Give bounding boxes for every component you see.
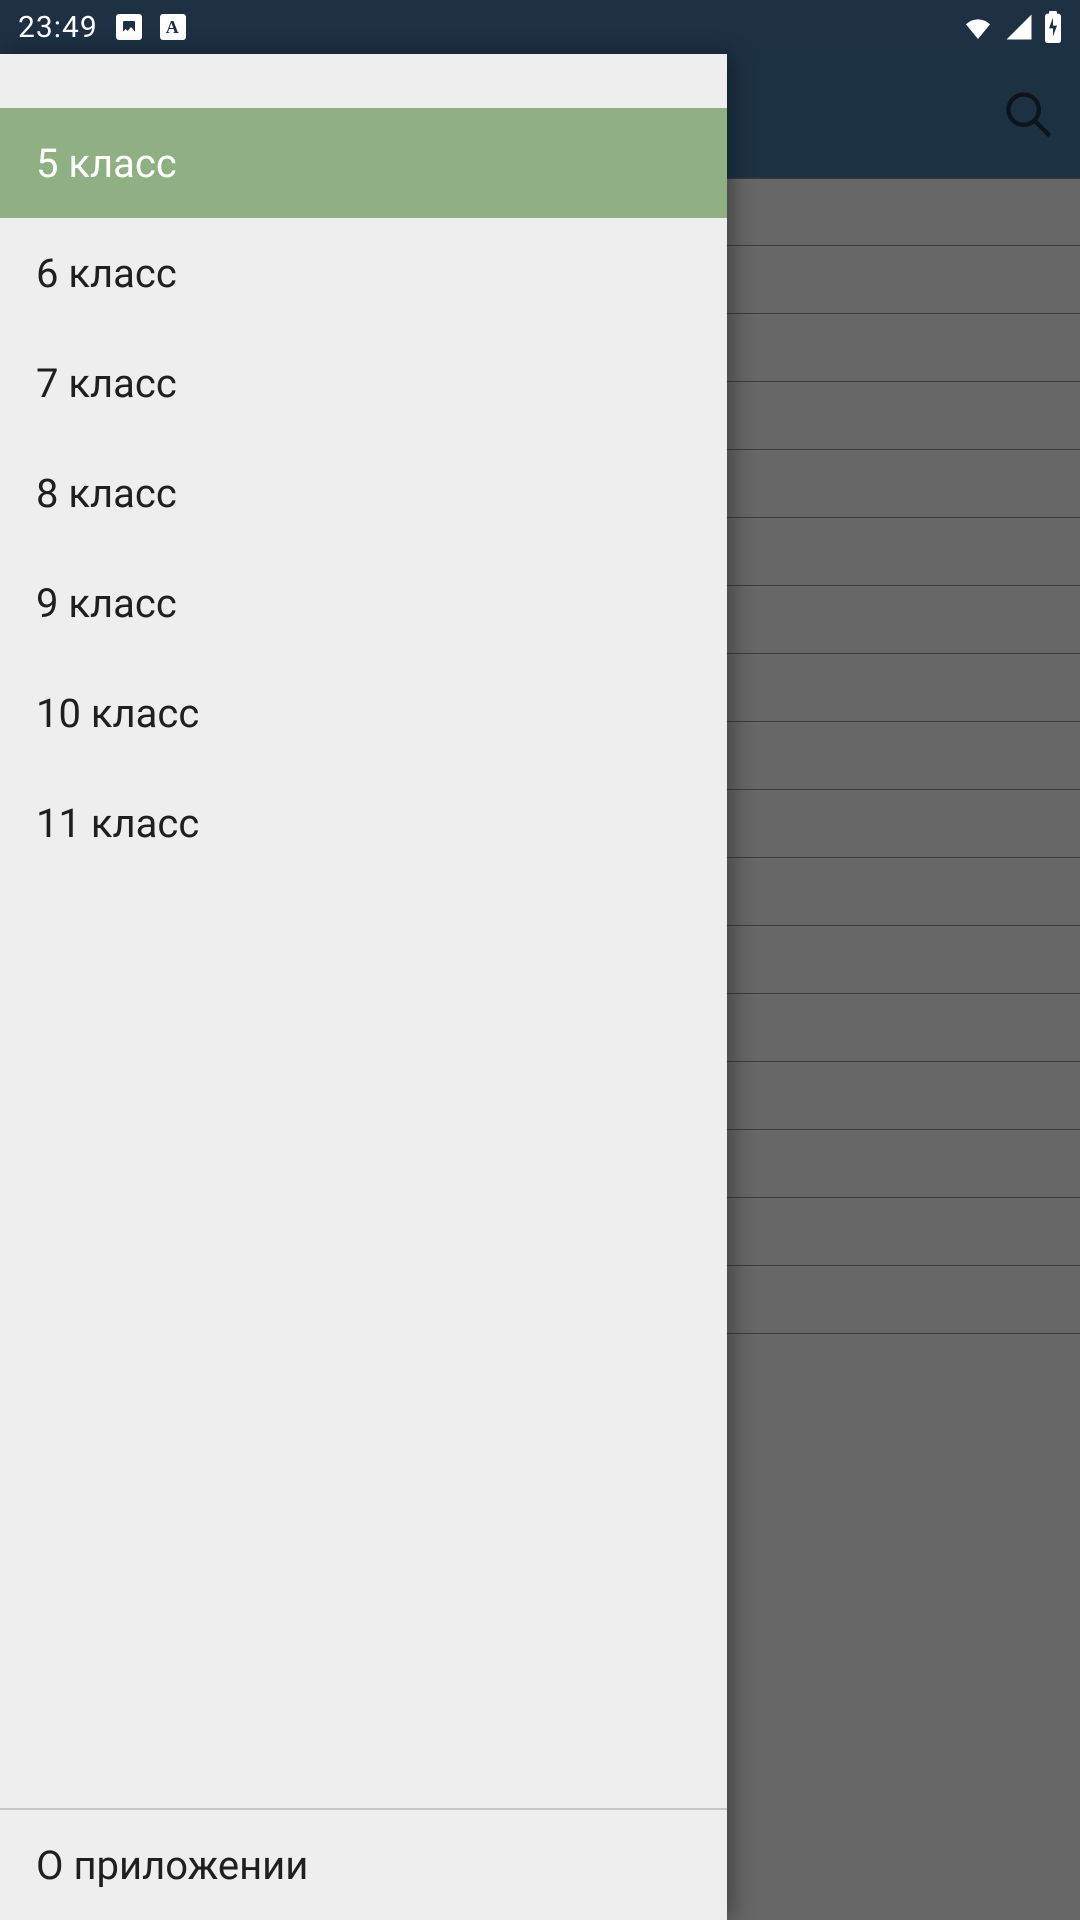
signal-icon [1004,12,1034,42]
drawer-item-about[interactable]: О приложении [0,1810,727,1920]
drawer-item-label: 11 класс [36,800,199,847]
drawer-item-grade-11[interactable]: 11 класс [0,768,727,878]
drawer-item-grade-7[interactable]: 7 класс [0,328,727,438]
drawer-item-grade-9[interactable]: 9 класс [0,548,727,658]
drawer-item-label: 10 класс [36,690,199,737]
battery-charging-icon [1044,11,1062,43]
drawer-header-spacer [0,54,727,108]
status-time: 23:49 [18,10,98,45]
drawer-item-label: 5 класс [36,140,177,187]
drawer-item-label: 6 класс [36,250,177,297]
drawer-item-grade-6[interactable]: 6 класс [0,218,727,328]
drawer-item-grade-10[interactable]: 10 класс [0,658,727,768]
drawer-item-grade-8[interactable]: 8 класс [0,438,727,548]
drawer-item-label: О приложении [36,1842,308,1889]
image-icon [116,14,142,40]
drawer-item-grade-5[interactable]: 5 класс [0,108,727,218]
language-icon: А [160,14,186,40]
drawer-item-label: 9 класс [36,580,177,627]
status-bar: 23:49 А [0,0,1080,54]
drawer-item-label: 7 класс [36,360,177,407]
navigation-drawer: 5 класс 6 класс 7 класс 8 класс 9 класс … [0,54,727,1920]
wifi-icon [962,11,994,43]
drawer-item-label: 8 класс [36,470,177,517]
